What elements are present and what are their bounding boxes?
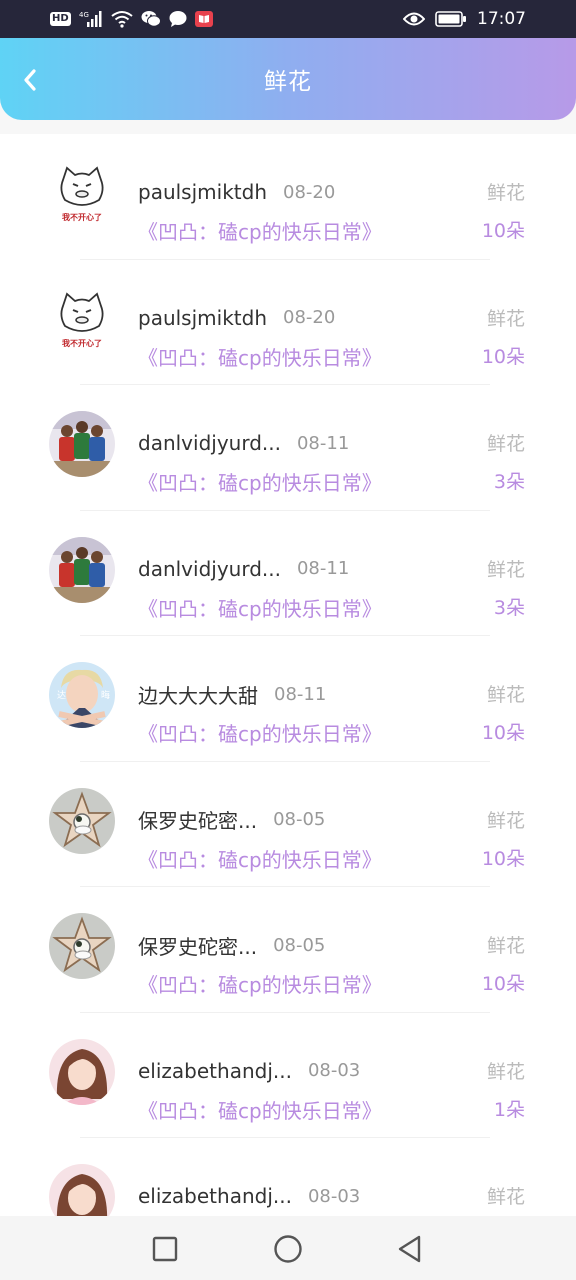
gift-count: 10朵	[481, 847, 525, 870]
user-name[interactable]: 保罗史砣密...	[138, 805, 257, 834]
gift-type-label: 鲜花	[486, 1060, 525, 1083]
novel-title-link[interactable]: 《凹凸：磕cp的快乐日常》	[138, 216, 382, 245]
avatar[interactable]	[49, 913, 115, 979]
user-name[interactable]: 边大大大大甜	[138, 680, 258, 709]
novel-title-link[interactable]: 《凹凸：磕cp的快乐日常》	[138, 1095, 382, 1124]
back-button[interactable]	[14, 64, 46, 96]
list-item[interactable]: 保罗史砣密... 08-05 《凹凸：磕cp的快乐日常》 鲜花 10朵	[0, 887, 576, 1013]
novel-title-link[interactable]: 《凹凸：磕cp的快乐日常》	[138, 467, 382, 496]
novel-title-link[interactable]: 《凹凸：磕cp的快乐日常》	[138, 969, 382, 998]
svg-text:晦: 晦	[101, 689, 110, 701]
gift-type-label: 鲜花	[486, 809, 525, 832]
gift-type-label: 鲜花	[486, 433, 525, 455]
signal-icon: 4G	[79, 10, 103, 28]
novel-title-link[interactable]: 《凹凸：磕cp的快乐日常》	[138, 593, 382, 622]
flower-record-list: 我不开心了 paulsjmiktdh 08-20 《凹凸：磕cp的快乐日常》 鲜…	[0, 134, 576, 1216]
user-name[interactable]: paulsjmiktdh	[138, 180, 267, 204]
list-item[interactable]: elizabethandj... 08-03 《凹凸：磕cp的快乐日常》 鲜花 …	[0, 1013, 576, 1138]
name-line: 边大大大大甜 08-11	[138, 680, 326, 708]
avatar[interactable]: 我不开心了	[49, 160, 115, 226]
home-circle-icon	[274, 1235, 302, 1263]
avatar[interactable]	[49, 787, 115, 854]
gift-count: 10朵	[481, 973, 525, 995]
list-item[interactable]: danlvidjyurd... 08-11 《凹凸：磕cp的快乐日常》 鲜花 3…	[0, 511, 576, 636]
back-triangle-icon	[398, 1235, 421, 1263]
gift-count: 10朵	[481, 345, 525, 368]
gift-date: 08-11	[296, 432, 350, 454]
name-line: 保罗史砣密... 08-05	[138, 806, 325, 834]
gift-type-label: 鲜花	[486, 1186, 525, 1208]
user-name[interactable]: danlvidjyurd...	[138, 431, 281, 455]
recents-button[interactable]	[148, 1232, 182, 1266]
list-item[interactable]: 达 晦 边大大大大甜 08-11 《凹凸：磕cp的快乐日常》 鲜花 10朵	[0, 636, 576, 762]
gift-type-label: 鲜花	[486, 307, 525, 330]
wifi-icon	[111, 10, 133, 28]
list-item[interactable]: 保罗史砣密... 08-05 《凹凸：磕cp的快乐日常》 鲜花 10朵	[0, 762, 576, 887]
novel-title-link[interactable]: 《凹凸：磕cp的快乐日常》	[138, 844, 382, 873]
avatar[interactable]: 达 晦	[49, 662, 115, 728]
gift-count: 3朵	[493, 471, 525, 493]
novel-title-link[interactable]: 《凹凸：磕cp的快乐日常》	[138, 718, 382, 747]
gift-count: 1朵	[493, 1098, 525, 1121]
chevron-left-icon	[24, 69, 36, 91]
avatar[interactable]	[49, 1038, 115, 1105]
gift-count: 3朵	[493, 596, 525, 619]
gift-date: 08-20	[283, 307, 336, 328]
gift-count: 10朵	[481, 722, 525, 744]
user-name[interactable]: paulsjmiktdh	[138, 306, 267, 330]
user-name[interactable]: danlvidjyurd...	[138, 557, 281, 581]
message-icon	[169, 10, 187, 28]
name-line: 保罗史砣密... 08-05	[138, 931, 325, 959]
list-item[interactable]: 我不开心了 paulsjmiktdh 08-20 《凹凸：磕cp的快乐日常》 鲜…	[0, 134, 576, 260]
avatar[interactable]	[49, 411, 115, 477]
gift-date: 08-11	[296, 558, 350, 579]
status-left: HD 4G	[50, 10, 213, 28]
gift-count: 10朵	[481, 220, 525, 242]
name-line: danlvidjyurd... 08-11	[138, 555, 349, 583]
page-header: 鲜花	[0, 38, 576, 120]
back-nav-button[interactable]	[393, 1232, 427, 1266]
svg-text:我不开心了: 我不开心了	[62, 212, 102, 222]
list-item[interactable]: 我不开心了 paulsjmiktdh 08-20 《凹凸：磕cp的快乐日常》 鲜…	[0, 260, 576, 385]
list-item[interactable]: elizabethandj... 08-03 鲜花	[0, 1138, 576, 1216]
svg-text:4G: 4G	[79, 11, 89, 19]
name-line: paulsjmiktdh 08-20	[138, 178, 335, 206]
gift-type-label: 鲜花	[486, 182, 525, 204]
gift-type-label: 鲜花	[486, 935, 525, 957]
gift-date: 08-05	[273, 809, 326, 830]
status-time: 17:07	[477, 9, 526, 29]
name-line: paulsjmiktdh 08-20	[138, 304, 335, 332]
eye-icon	[403, 11, 425, 27]
page-title: 鲜花	[264, 69, 312, 95]
gift-date: 08-11	[274, 683, 327, 705]
wechat-icon	[141, 10, 161, 28]
name-line: elizabethandj... 08-03	[138, 1057, 360, 1085]
name-line: danlvidjyurd... 08-11	[138, 429, 349, 457]
status-bar: HD 4G 17:07	[0, 0, 576, 38]
gift-type-label: 鲜花	[486, 558, 525, 581]
user-name[interactable]: elizabethandj...	[138, 1184, 292, 1208]
user-name[interactable]: elizabethandj...	[138, 1059, 292, 1083]
avatar[interactable]: 我不开心了	[49, 285, 115, 352]
avatar[interactable]	[49, 1164, 115, 1216]
hd-icon: HD	[50, 12, 71, 26]
list-item[interactable]: danlvidjyurd... 08-11 《凹凸：磕cp的快乐日常》 鲜花 3…	[0, 385, 576, 511]
avatar[interactable]	[49, 536, 115, 603]
battery-icon	[435, 11, 467, 27]
gift-date: 08-20	[283, 181, 336, 203]
system-nav-bar	[0, 1216, 576, 1280]
gift-date: 08-03	[307, 1060, 361, 1081]
novel-title-link[interactable]: 《凹凸：磕cp的快乐日常》	[138, 342, 382, 371]
svg-text:我不开心了: 我不开心了	[62, 338, 102, 348]
user-name[interactable]: 保罗史砣密...	[138, 931, 257, 960]
gift-type-label: 鲜花	[486, 684, 525, 706]
book-app-icon	[194, 11, 213, 27]
svg-text:达: 达	[57, 689, 66, 701]
recents-square-icon	[152, 1236, 178, 1262]
gift-date: 08-03	[307, 1185, 361, 1207]
status-right: 17:07	[403, 9, 526, 29]
home-button[interactable]	[271, 1232, 305, 1266]
gift-date: 08-05	[273, 934, 326, 956]
name-line: elizabethandj... 08-03	[138, 1182, 360, 1210]
